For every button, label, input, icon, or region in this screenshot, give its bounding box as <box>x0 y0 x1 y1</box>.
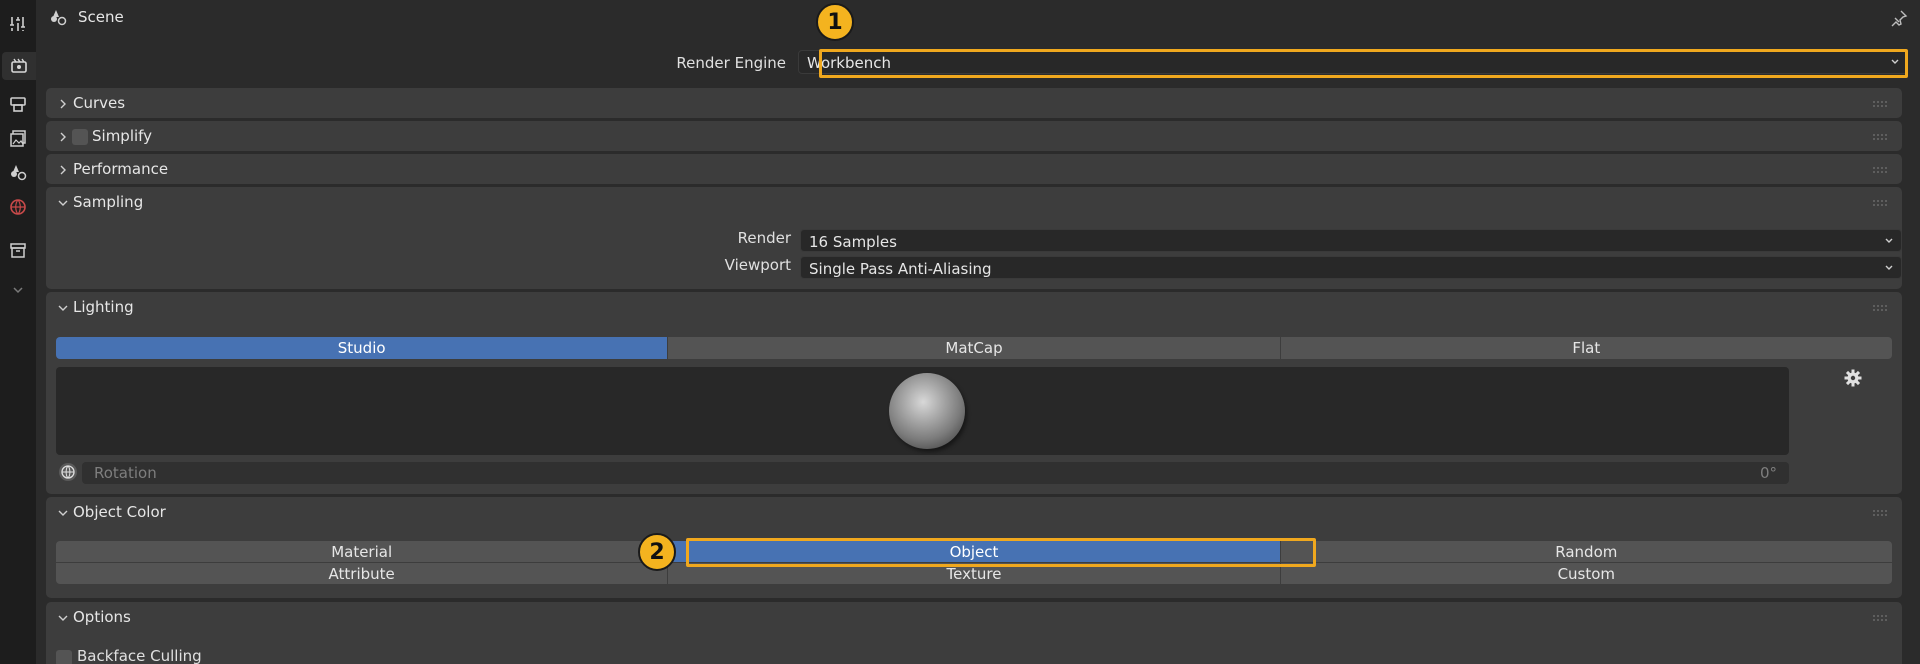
scene-icon <box>51 10 67 26</box>
studio-light-sphere <box>889 373 965 449</box>
color-random-option[interactable]: Random <box>1280 541 1892 562</box>
chevron-down-icon <box>58 615 68 621</box>
panel-title: Curves <box>73 94 126 112</box>
drag-grip-icon[interactable] <box>1872 199 1888 207</box>
view-layer-tab-icon[interactable] <box>4 124 32 152</box>
panel-performance: Performance <box>46 154 1902 184</box>
panel-lighting: Lighting Studio MatCap Flat Rotation 0° <box>46 292 1902 494</box>
world-tab-icon[interactable] <box>4 193 32 221</box>
panel-title: Lighting <box>73 298 134 316</box>
drag-grip-icon[interactable] <box>1872 133 1888 141</box>
backface-culling-label: Backface Culling <box>77 647 202 664</box>
panel-simplify: Simplify <box>46 121 1902 151</box>
render-engine-label: Render Engine <box>676 54 786 72</box>
lighting-studio-option[interactable]: Studio <box>56 337 669 359</box>
chevron-down-icon <box>58 510 68 516</box>
drag-grip-icon[interactable] <box>1872 509 1888 517</box>
panel-sampling: Sampling Render 16 Samples Viewport Sing… <box>46 187 1902 289</box>
chevron-down-icon <box>1885 265 1893 270</box>
panel-options: Options Backface Culling <box>46 602 1902 664</box>
panel-lighting-header[interactable]: Lighting <box>46 292 1902 324</box>
callout-badge-2: 2 <box>638 533 676 571</box>
studio-light-preview[interactable] <box>56 367 1789 455</box>
drag-grip-icon[interactable] <box>1872 100 1888 108</box>
panel-title: Options <box>73 608 131 626</box>
render-tab-icon[interactable] <box>2 52 36 80</box>
sampling-render-value: 16 Samples <box>809 233 897 251</box>
panel-curves: Curves <box>46 88 1902 118</box>
color-material-option[interactable]: Material <box>56 541 669 562</box>
chevron-right-icon <box>60 99 66 109</box>
drag-grip-icon[interactable] <box>1872 614 1888 622</box>
panel-curves-header[interactable]: Curves <box>46 88 1902 120</box>
callout-highlight-render-engine <box>819 49 1908 78</box>
rotation-field[interactable]: Rotation 0° <box>82 462 1789 484</box>
chevron-down-icon <box>1885 238 1893 243</box>
panel-title: Performance <box>73 160 169 178</box>
panel-options-header[interactable]: Options <box>46 602 1902 634</box>
sampling-render-dropdown[interactable]: 16 Samples <box>800 229 1902 252</box>
lighting-matcap-option[interactable]: MatCap <box>668 337 1281 359</box>
callout-highlight-object-option <box>686 538 1316 567</box>
sampling-viewport-dropdown[interactable]: Single Pass Anti-Aliasing <box>800 256 1902 279</box>
output-tab-icon[interactable] <box>4 90 32 118</box>
simplify-checkbox[interactable] <box>72 129 88 145</box>
color-custom-option[interactable]: Custom <box>1280 563 1892 584</box>
lighting-mode-selector: Studio MatCap Flat <box>56 337 1892 359</box>
backface-culling-checkbox[interactable] <box>56 650 72 664</box>
chevron-right-icon <box>60 165 66 175</box>
panel-sampling-header[interactable]: Sampling <box>46 187 1902 219</box>
sampling-viewport-label: Viewport <box>724 256 791 274</box>
world-space-icon[interactable] <box>58 462 78 482</box>
chevron-down-icon <box>58 305 68 311</box>
tool-tab-icon[interactable] <box>4 10 32 38</box>
panel-performance-header[interactable]: Performance <box>46 154 1902 186</box>
panel-object-color-header[interactable]: Object Color <box>46 497 1902 529</box>
chevron-right-icon <box>60 132 66 142</box>
color-attribute-option[interactable]: Attribute <box>56 563 669 584</box>
pin-icon[interactable] <box>1890 9 1908 27</box>
panel-title: Sampling <box>73 193 144 211</box>
sampling-viewport-value: Single Pass Anti-Aliasing <box>809 260 992 278</box>
properties-header: Scene <box>36 0 1920 36</box>
rotation-label: Rotation <box>94 464 157 482</box>
gear-icon[interactable] <box>1843 368 1863 388</box>
collection-tab-icon[interactable] <box>4 236 32 264</box>
drag-grip-icon[interactable] <box>1872 166 1888 174</box>
breadcrumb-scene: Scene <box>78 8 124 26</box>
drag-grip-icon[interactable] <box>1872 304 1888 312</box>
sampling-render-label: Render <box>737 229 791 247</box>
callout-badge-1: 1 <box>816 3 854 41</box>
more-tabs-chevron-icon[interactable] <box>4 276 32 304</box>
rotation-value: 0° <box>1759 464 1777 482</box>
properties-tab-strip <box>0 0 36 664</box>
panel-simplify-header[interactable]: Simplify <box>46 121 1902 153</box>
properties-editor: Scene Render Engine Workbench Curves Sim… <box>36 0 1920 664</box>
lighting-flat-option[interactable]: Flat <box>1280 337 1892 359</box>
panel-title: Object Color <box>73 503 166 521</box>
scene-tab-icon[interactable] <box>4 158 32 186</box>
panel-title: Simplify <box>92 127 153 145</box>
chevron-down-icon <box>58 200 68 206</box>
